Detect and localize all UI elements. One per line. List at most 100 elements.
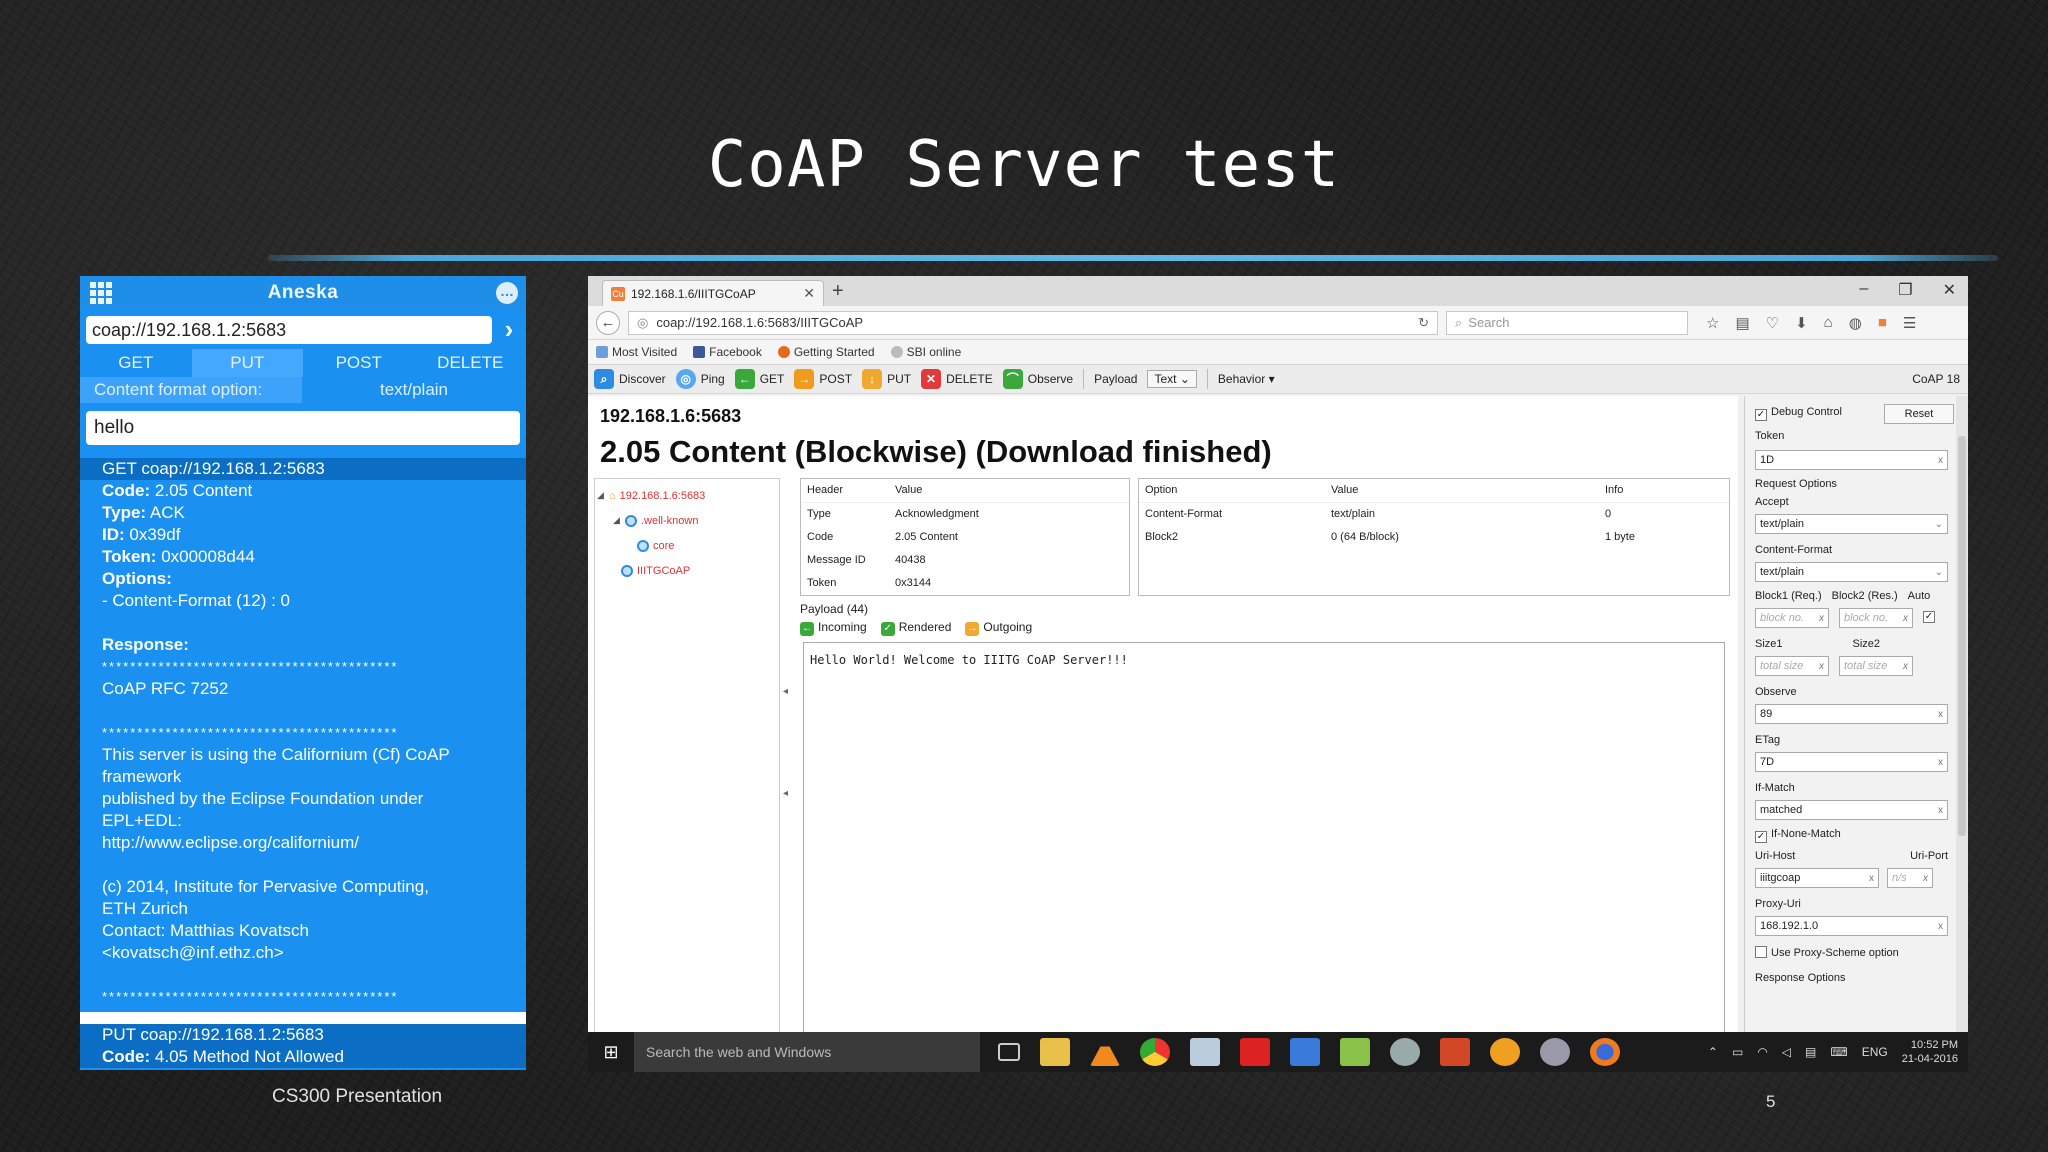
reset-button[interactable]: Reset xyxy=(1884,404,1954,424)
observe-button[interactable]: ⌒ Observe xyxy=(1002,369,1073,389)
body-line: http://www.eclipse.org/californium/ xyxy=(102,833,359,852)
put-button[interactable]: ↓ PUT xyxy=(862,369,911,389)
table-cell: Token xyxy=(807,576,837,589)
if-match-field[interactable]: matched x xyxy=(1755,800,1948,820)
search-input[interactable]: ⌕ Search xyxy=(1446,310,1688,335)
tree-node-iiitgcoap[interactable]: IIITGCoAP xyxy=(597,558,777,583)
taskbar-search[interactable]: Search the web and Windows xyxy=(634,1032,980,1072)
payload-textarea[interactable]: Hello World! Welcome to IIITG CoAP Serve… xyxy=(803,642,1725,1042)
token-field[interactable]: 1D x xyxy=(1755,450,1948,470)
restore-icon[interactable]: ❐ xyxy=(1898,280,1912,300)
tab-rendered[interactable]: ✓ Rendered xyxy=(880,620,951,636)
vlc-icon[interactable] xyxy=(1090,1038,1120,1066)
method-delete-tab[interactable]: DELETE xyxy=(415,349,527,377)
bookmark-getting-started[interactable]: Getting Started xyxy=(777,345,875,359)
size1-field[interactable]: total size x xyxy=(1755,656,1829,676)
content-format-select[interactable]: text/plain xyxy=(302,377,526,403)
log-entry-header: PUT coap://192.168.1.2:5683 xyxy=(80,1024,526,1046)
file-explorer-icon[interactable] xyxy=(1040,1038,1070,1066)
phone-payload-input[interactable]: hello xyxy=(86,411,520,445)
post-button[interactable]: → POST xyxy=(794,369,852,389)
wifi-icon[interactable]: ◠ xyxy=(1757,1045,1767,1059)
copper-addon-icon[interactable]: ■ xyxy=(1878,314,1887,332)
ping-button[interactable]: ◎ Ping xyxy=(675,369,725,389)
keyboard-icon[interactable]: ⌨ xyxy=(1830,1045,1847,1059)
use-proxy-checkbox[interactable] xyxy=(1755,946,1767,958)
powerpoint-icon[interactable] xyxy=(1440,1038,1470,1066)
app-green-icon[interactable] xyxy=(1340,1038,1370,1066)
get-button[interactable]: ← GET xyxy=(734,369,784,389)
firefox-icon[interactable] xyxy=(1590,1038,1620,1066)
uri-port-field[interactable]: n/s x xyxy=(1887,868,1933,888)
chat-icon[interactable]: … xyxy=(496,282,518,304)
proxy-uri-field[interactable]: 168.192.1.0 x xyxy=(1755,916,1948,936)
browser-tab[interactable]: Cu 192.168.1.6/IIITGCoAP ✕ xyxy=(602,280,824,306)
minimize-icon[interactable]: – xyxy=(1859,280,1868,300)
phone-url-input[interactable]: coap://192.168.1.2:5683 xyxy=(86,315,492,344)
host-address: 192.168.1.6:5683 xyxy=(600,406,742,426)
menu-icon[interactable]: ☰ xyxy=(1903,314,1916,332)
auto-checkbox[interactable]: ✓ xyxy=(1923,611,1935,623)
notification-icon[interactable]: ▤ xyxy=(1805,1045,1816,1059)
bookmark-sbi-online[interactable]: SBI online xyxy=(890,345,961,359)
network-icon[interactable] xyxy=(1190,1038,1220,1066)
send-arrow-icon[interactable]: › xyxy=(498,314,520,345)
block2-field[interactable]: block no. x xyxy=(1839,608,1913,628)
block1-field[interactable]: block no. x xyxy=(1755,608,1829,628)
observe-field[interactable]: 89 x xyxy=(1755,704,1948,724)
pdf-reader-icon[interactable] xyxy=(1240,1038,1270,1066)
delete-button[interactable]: ✕ DELETE xyxy=(921,369,993,389)
if-none-match-checkbox[interactable]: ✓ xyxy=(1755,831,1767,843)
new-tab-icon[interactable]: + xyxy=(832,280,844,303)
chrome-icon[interactable] xyxy=(1140,1038,1170,1066)
accept-select[interactable]: text/plain ⌄ xyxy=(1755,514,1948,534)
uri-host-field[interactable]: iiitgcoap x xyxy=(1755,868,1879,888)
task-view-icon[interactable] xyxy=(998,1043,1020,1061)
discover-button[interactable]: ⌕ Discover xyxy=(594,369,666,389)
size2-field[interactable]: total size x xyxy=(1839,656,1913,676)
reading-list-icon[interactable]: ▤ xyxy=(1735,314,1749,332)
chat-icon[interactable]: ◍ xyxy=(1849,314,1862,332)
content-format-select[interactable]: text/plain ⌄ xyxy=(1755,562,1948,582)
pane-splitter[interactable]: ◂ ◂ xyxy=(783,478,791,1052)
app-globe2-icon[interactable] xyxy=(1540,1038,1570,1066)
app-orange-icon[interactable] xyxy=(1490,1038,1520,1066)
sidebar-scrollbar[interactable] xyxy=(1956,396,1968,1052)
tray-chevron-icon[interactable]: ⌃ xyxy=(1708,1045,1718,1059)
tree-node-well-known[interactable]: ◢ .well-known xyxy=(597,508,777,533)
column-header: Option xyxy=(1139,479,1325,503)
address-bar[interactable]: ◎ coap://192.168.1.6:5683/IIITGCoAP ↻ xyxy=(628,310,1438,335)
tab-outgoing[interactable]: → Outgoing xyxy=(965,620,1032,636)
clock[interactable]: 10:52 PM 21-04-2016 xyxy=(1902,1038,1958,1066)
method-post-tab[interactable]: POST xyxy=(303,349,415,377)
debug-control-checkbox[interactable]: ✓ xyxy=(1755,409,1767,421)
photos-icon[interactable] xyxy=(1290,1038,1320,1066)
payload-mode-select[interactable]: Text ⌄ xyxy=(1147,370,1197,388)
method-get-tab[interactable]: GET xyxy=(80,349,192,377)
close-window-icon[interactable]: ✕ xyxy=(1943,280,1956,300)
home-icon[interactable]: ⌂ xyxy=(1824,314,1833,332)
download-icon[interactable]: ⬇ xyxy=(1795,314,1808,332)
back-icon[interactable]: ← xyxy=(596,310,620,335)
delete-label: DELETE xyxy=(946,372,993,386)
windows-start-icon[interactable]: ⊞ xyxy=(588,1042,634,1063)
reload-icon[interactable]: ↻ xyxy=(1418,315,1429,331)
response-log[interactable]: GET coap://192.168.1.2:5683 Code: 2.05 C… xyxy=(80,458,526,1070)
volume-icon[interactable]: ◁ xyxy=(1782,1045,1791,1059)
tree-node-host[interactable]: ◢ ⌂ 192.168.1.6:5683 xyxy=(597,483,777,508)
etag-field[interactable]: 7D x xyxy=(1755,752,1948,772)
tree-node-core[interactable]: core xyxy=(597,533,777,558)
bookmark-facebook[interactable]: Facebook xyxy=(693,345,762,359)
battery-icon[interactable]: ▭ xyxy=(1732,1045,1743,1059)
bookmark-star-icon[interactable]: ☆ xyxy=(1706,314,1719,332)
behavior-menu[interactable]: Behavior ▾ xyxy=(1218,372,1275,386)
phone-header: Aneska … xyxy=(80,276,526,310)
bookmark-most-visited[interactable]: Most Visited xyxy=(596,345,677,359)
close-tab-icon[interactable]: ✕ xyxy=(803,285,815,302)
pocket-icon[interactable]: ♡ xyxy=(1766,314,1779,332)
table-cell: Message ID xyxy=(807,553,866,566)
tab-incoming[interactable]: ← Incoming xyxy=(800,620,867,636)
app-globe-icon[interactable] xyxy=(1390,1038,1420,1066)
language-indicator[interactable]: ENG xyxy=(1862,1045,1888,1059)
method-put-tab[interactable]: PUT xyxy=(191,349,303,377)
